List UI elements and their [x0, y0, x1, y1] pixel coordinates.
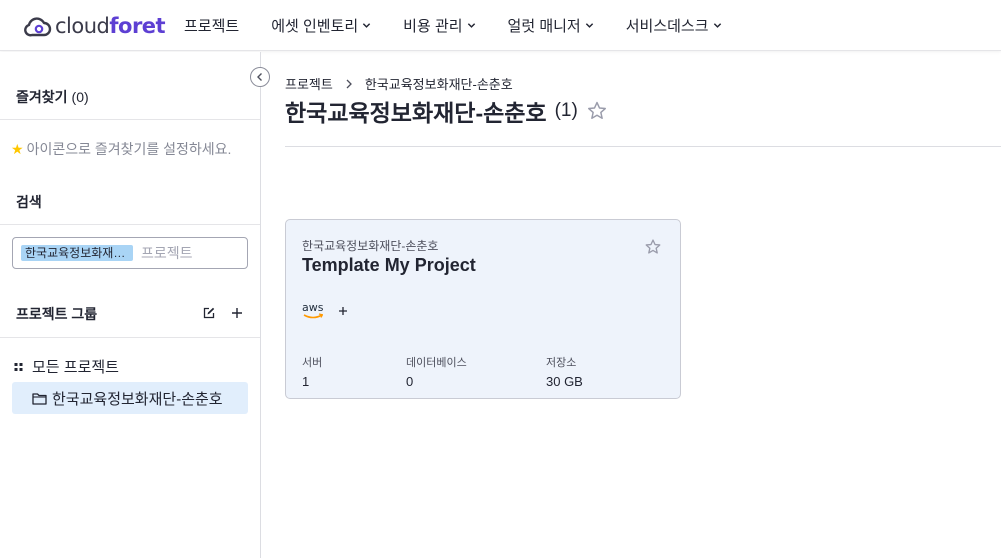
- stat-database: 데이터베이스 0: [406, 357, 467, 389]
- grid-dots-icon: [14, 362, 23, 371]
- project-name: Template My Project: [302, 255, 476, 275]
- logo-text: cloudforet: [55, 14, 166, 38]
- nav-service-desk[interactable]: 서비스데스크: [626, 15, 722, 36]
- plus-icon: [339, 307, 347, 315]
- cloud-logo-icon: [24, 17, 52, 37]
- stat-storage: 저장소 30 GB: [546, 357, 583, 389]
- tree-item-all-projects[interactable]: 모든 프로젝트: [14, 356, 119, 377]
- plus-icon: [232, 308, 242, 318]
- add-group-button[interactable]: [228, 304, 246, 322]
- favorites-count: (0): [71, 89, 89, 105]
- edit-group-button[interactable]: [200, 304, 218, 322]
- project-card[interactable]: 한국교육정보화재단-손춘호 Template My Project aws 서버…: [285, 219, 681, 399]
- search-title: 검색: [16, 194, 42, 210]
- project-count: (1): [554, 100, 578, 121]
- chevron-down-icon: [585, 23, 593, 28]
- breadcrumb-root[interactable]: 프로젝트: [285, 74, 333, 93]
- sidebar-collapse-button[interactable]: [250, 67, 270, 87]
- chevron-down-icon: [713, 23, 721, 28]
- provider-list: aws: [302, 301, 350, 320]
- aws-logo-icon: aws: [302, 301, 324, 320]
- project-group-title: 프로젝트 그룹: [16, 306, 98, 322]
- divider: [0, 224, 260, 225]
- favorite-star-icon[interactable]: [644, 238, 662, 256]
- favorites-title: 즐겨찾기 (0): [16, 89, 89, 105]
- chevron-down-icon: [467, 23, 475, 28]
- breadcrumb: 프로젝트 한국교육정보화재단-손춘호: [285, 74, 513, 93]
- chevron-left-icon: [257, 73, 262, 81]
- star-icon: ★: [11, 140, 24, 157]
- search-input[interactable]: [141, 245, 241, 261]
- nav-asset-inventory[interactable]: 에셋 인벤토리: [271, 15, 371, 36]
- divider: [0, 337, 260, 338]
- nav-alert-manager[interactable]: 얼럿 매니저: [508, 15, 594, 36]
- page-title-text: 한국교육정보화재단-손춘호: [285, 100, 547, 126]
- nav-project[interactable]: 프로젝트: [184, 15, 239, 36]
- page-title: 한국교육정보화재단-손춘호 (1): [285, 94, 608, 128]
- favorites-hint: ★ 아이콘으로 즐겨찾기를 설정하세요.: [11, 140, 232, 158]
- breadcrumb-current: 한국교육정보화재단-손춘호: [364, 77, 513, 92]
- project-group-name: 한국교육정보화재단-손춘호: [302, 239, 439, 253]
- edit-icon: [203, 307, 215, 319]
- search-filter-tag[interactable]: 한국교육정보화재단-손춘호: [21, 245, 133, 261]
- search-box[interactable]: 한국교육정보화재단-손춘호: [12, 237, 248, 269]
- cloudforet-logo[interactable]: cloudforet: [24, 13, 166, 39]
- chevron-down-icon: [363, 23, 371, 28]
- tree-item-selected-group[interactable]: 한국교육정보화재단-손춘호: [12, 382, 248, 414]
- add-provider-button[interactable]: [336, 304, 350, 318]
- chevron-right-icon: [346, 79, 352, 88]
- divider: [285, 146, 1001, 147]
- top-navigation: cloudforet 프로젝트 에셋 인벤토리 비용 관리 얼럿 매니저 서비스…: [0, 0, 1001, 51]
- nav-cost-management[interactable]: 비용 관리: [403, 15, 475, 36]
- main-menu: 프로젝트 에셋 인벤토리 비용 관리 얼럿 매니저 서비스데스크: [184, 0, 754, 51]
- divider: [0, 119, 260, 120]
- stat-server: 서버 1: [302, 357, 323, 389]
- favorite-star-icon[interactable]: [586, 100, 608, 122]
- folder-icon: [32, 392, 47, 405]
- project-group-actions: [200, 304, 256, 322]
